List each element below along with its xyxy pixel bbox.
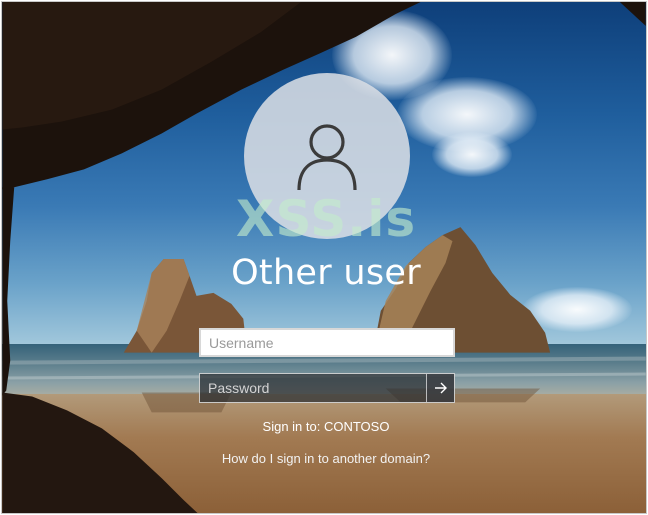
- sign-in-domain-text: Sign in to: CONTOSO: [262, 419, 390, 434]
- another-domain-help-link[interactable]: How do I sign in to another domain?: [2, 451, 646, 466]
- user-name-heading: Other user: [231, 253, 421, 293]
- password-field: [199, 373, 455, 403]
- username-input[interactable]: [199, 328, 455, 357]
- arrow-right-icon: [434, 382, 447, 394]
- lock-screen: XSS.is Other user Sign in to: CONTOSO Ho…: [1, 1, 647, 514]
- user-icon: [297, 124, 357, 191]
- password-input[interactable]: [200, 374, 426, 402]
- watermark-text: XSS.is: [235, 190, 417, 248]
- submit-button[interactable]: [426, 374, 454, 402]
